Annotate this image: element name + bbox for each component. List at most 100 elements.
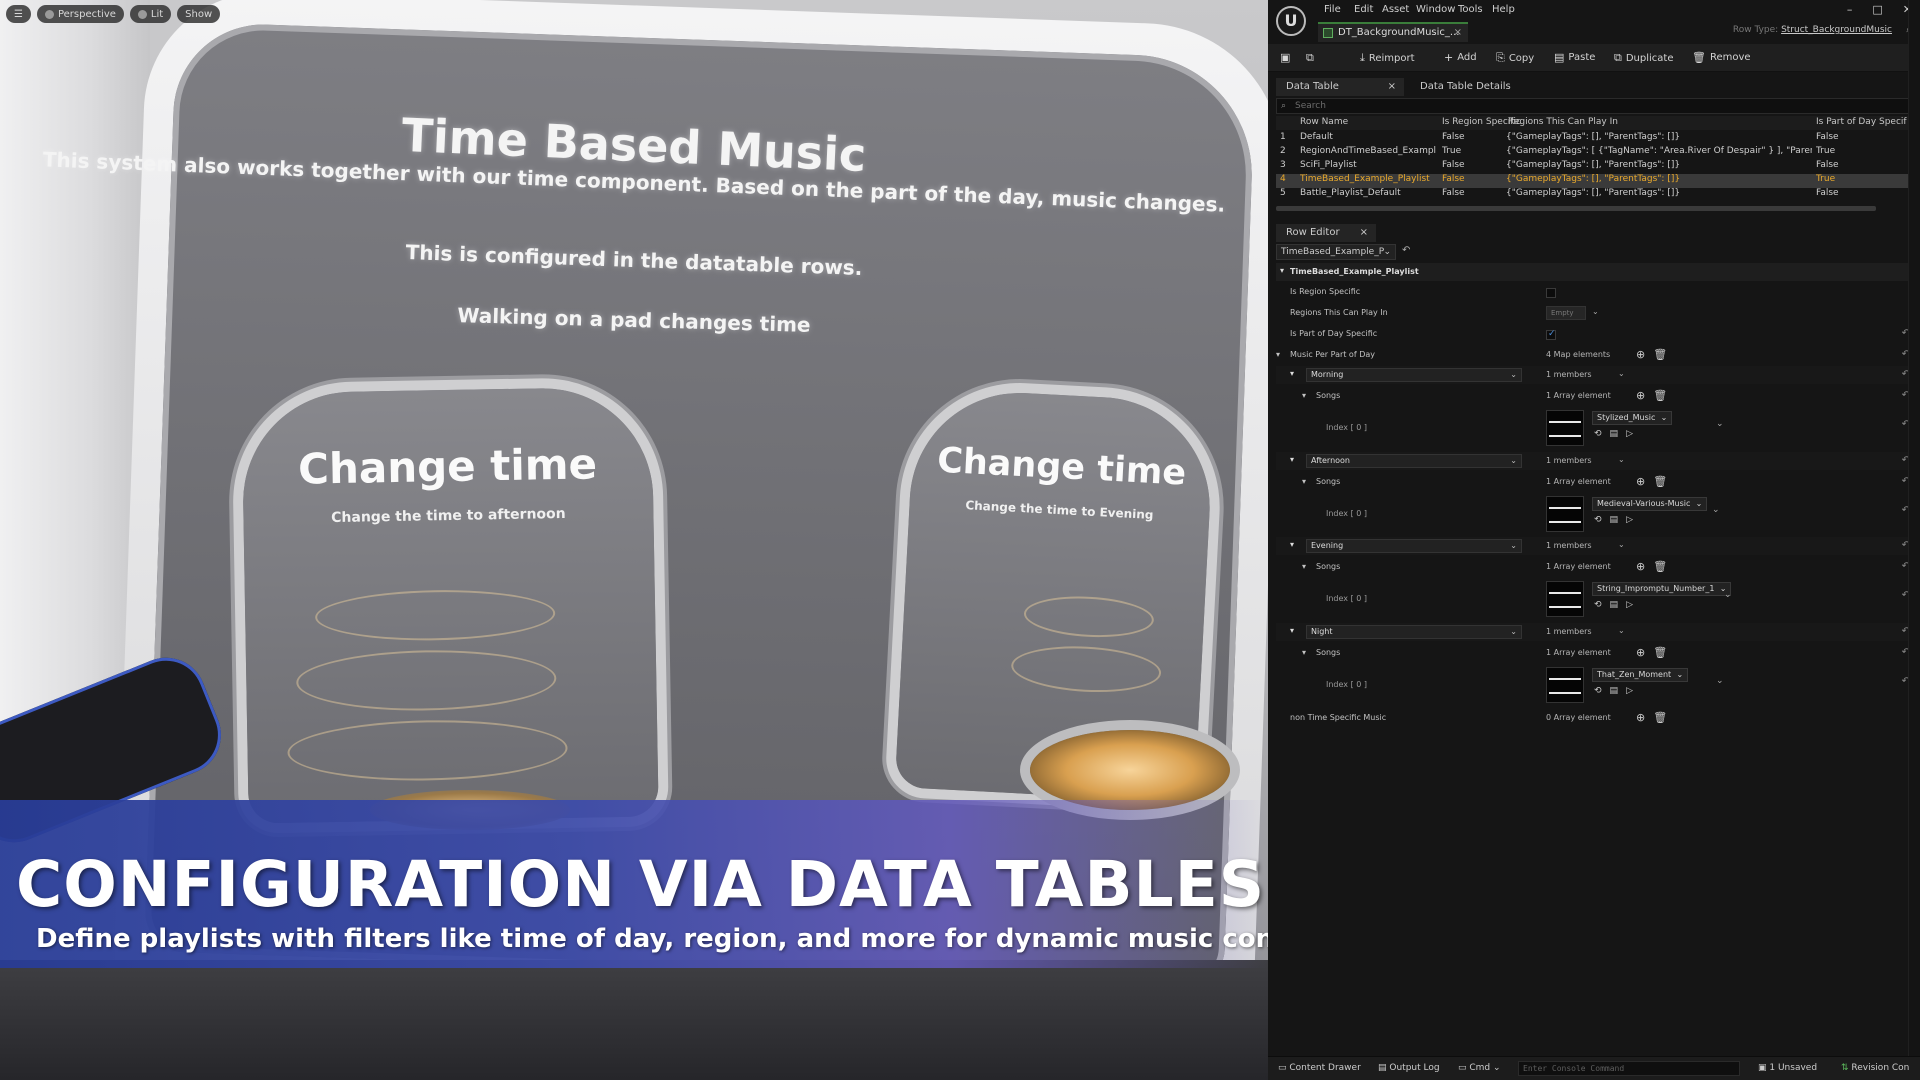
- menu-help[interactable]: Help: [1492, 4, 1515, 15]
- close-tab-icon[interactable]: ×: [1360, 224, 1368, 242]
- part-of-day-key-dropdown[interactable]: Night ⌄: [1306, 624, 1522, 639]
- tab-data-table[interactable]: Data Table ×: [1276, 78, 1404, 96]
- chevron-down-icon[interactable]: ⌄: [1618, 369, 1625, 378]
- part-of-day-key-dropdown[interactable]: Morning ⌄: [1306, 368, 1522, 382]
- section-header[interactable]: ▾ TimeBased_Example_Playlist: [1276, 263, 1912, 281]
- menu-window[interactable]: Window: [1416, 4, 1455, 15]
- menu-tools[interactable]: Tools: [1458, 4, 1483, 15]
- collapse-arrow-icon[interactable]: ▾: [1290, 455, 1294, 464]
- add-button[interactable]: + Add: [1444, 51, 1477, 64]
- collapse-arrow-icon[interactable]: ▾: [1302, 477, 1306, 486]
- reimport-button[interactable]: ⤓ Reimport: [1360, 51, 1415, 65]
- part-of-day-key-dropdown[interactable]: Afternoon ⌄: [1306, 453, 1522, 468]
- use-selected-icon[interactable]: ⟲: [1594, 515, 1602, 525]
- table-row[interactable]: 5 Battle_Playlist_Default False {"Gamepl…: [1276, 188, 1912, 202]
- collapse-arrow-icon[interactable]: ▾: [1302, 648, 1306, 657]
- column-header-regions[interactable]: Regions This Can Play In: [1508, 117, 1748, 127]
- sound-asset-picker[interactable]: Medieval-Various-Music ⌄: [1592, 496, 1708, 511]
- minimize-icon[interactable]: –: [1847, 3, 1853, 16]
- play-icon[interactable]: ▷: [1626, 429, 1633, 439]
- collapse-arrow-icon[interactable]: ▾: [1290, 626, 1294, 635]
- trash-icon[interactable]: 🗑: [1653, 475, 1667, 488]
- add-element-icon[interactable]: ⊕: [1636, 560, 1645, 573]
- output-log-button[interactable]: ▤ Output Log: [1378, 1063, 1440, 1073]
- add-element-icon[interactable]: ⊕: [1636, 389, 1645, 402]
- row-type-link[interactable]: Struct_BackgroundMusic: [1781, 25, 1892, 35]
- play-icon[interactable]: ▷: [1626, 515, 1633, 525]
- tab-data-table-details[interactable]: Data Table Details: [1410, 78, 1550, 96]
- show-button[interactable]: Show: [177, 5, 221, 23]
- content-drawer-button[interactable]: ▭ Content Drawer: [1278, 1063, 1361, 1073]
- trash-icon[interactable]: 🗑: [1653, 560, 1667, 573]
- part-of-day-key-dropdown[interactable]: Evening ⌄: [1306, 539, 1522, 553]
- play-icon[interactable]: ▷: [1626, 600, 1633, 610]
- sound-asset-picker[interactable]: String_Impromptu_Number_1 ⌄: [1592, 582, 1732, 596]
- use-selected-icon[interactable]: ⟲: [1594, 686, 1602, 696]
- close-tab-icon[interactable]: ×: [1388, 78, 1396, 96]
- chevron-down-icon[interactable]: ⌄: [1716, 676, 1724, 686]
- vertical-scrollbar[interactable]: [1908, 0, 1920, 1080]
- menu-asset[interactable]: Asset: [1382, 4, 1409, 15]
- sound-asset-picker[interactable]: Stylized_Music ⌄: [1592, 411, 1673, 425]
- browse-folder-icon[interactable]: ▤: [1610, 429, 1619, 439]
- chevron-down-icon[interactable]: ⌄: [1618, 626, 1625, 635]
- unsaved-button[interactable]: ▣ 1 Unsaved: [1758, 1063, 1817, 1073]
- column-header-row-name[interactable]: Row Name: [1300, 117, 1438, 127]
- revision-control-button[interactable]: ⇅ Revision Con: [1841, 1063, 1909, 1073]
- column-header-part-of-day[interactable]: Is Part of Day Specif: [1816, 117, 1910, 127]
- chevron-down-icon[interactable]: ⌄: [1724, 590, 1732, 600]
- console-command-input[interactable]: Enter Console Command: [1518, 1061, 1740, 1076]
- menu-file[interactable]: File: [1324, 4, 1341, 15]
- chevron-down-icon[interactable]: ⌄: [1712, 505, 1720, 515]
- browse-folder-icon[interactable]: ▤: [1610, 600, 1619, 610]
- lit-button[interactable]: Lit: [129, 5, 172, 23]
- trash-icon[interactable]: 🗑: [1653, 646, 1667, 659]
- sound-thumbnail[interactable]: [1546, 495, 1584, 532]
- chevron-down-icon[interactable]: ⌄: [1618, 540, 1625, 549]
- collapse-arrow-icon[interactable]: ▾: [1290, 540, 1294, 549]
- collapse-arrow-icon[interactable]: ▾: [1276, 350, 1280, 359]
- browse-folder-icon[interactable]: ▤: [1610, 515, 1619, 525]
- regions-tag-picker[interactable]: Empty: [1546, 306, 1586, 320]
- is-region-specific-checkbox[interactable]: [1546, 288, 1556, 298]
- collapse-arrow-icon[interactable]: ▾: [1302, 391, 1306, 400]
- data-table-search-input[interactable]: ⌕ Search: [1276, 98, 1912, 114]
- trash-icon[interactable]: 🗑: [1653, 389, 1667, 402]
- table-row[interactable]: 2 RegionAndTimeBased_Exampl True {"Gamep…: [1276, 146, 1912, 160]
- collapse-arrow-icon[interactable]: ▾: [1302, 562, 1306, 571]
- add-element-icon[interactable]: ⊕: [1636, 711, 1645, 724]
- add-element-icon[interactable]: ⊕: [1636, 646, 1645, 659]
- menu-edit[interactable]: Edit: [1354, 4, 1373, 15]
- viewport-menu-button[interactable]: ☰: [6, 5, 31, 23]
- save-button[interactable]: ▣: [1280, 51, 1290, 64]
- collapse-arrow-icon[interactable]: ▾: [1290, 369, 1294, 378]
- add-element-icon[interactable]: ⊕: [1636, 348, 1645, 361]
- tab-row-editor[interactable]: Row Editor ×: [1276, 224, 1376, 242]
- table-row[interactable]: 3 SciFi_Playlist False {"GameplayTags": …: [1276, 160, 1912, 174]
- document-tab[interactable]: DT_BackgroundMusic_... ×: [1318, 22, 1468, 42]
- use-selected-icon[interactable]: ⟲: [1594, 600, 1602, 610]
- table-row[interactable]: 1 Default False {"GameplayTags": [], "Pa…: [1276, 132, 1912, 146]
- sound-thumbnail[interactable]: [1546, 410, 1584, 446]
- trash-icon[interactable]: 🗑: [1653, 348, 1667, 361]
- trash-icon[interactable]: 🗑: [1653, 711, 1667, 724]
- close-tab-icon[interactable]: ×: [1454, 24, 1462, 42]
- back-arrow-icon[interactable]: ↶: [1402, 245, 1410, 256]
- play-icon[interactable]: ▷: [1626, 686, 1633, 696]
- browse-button[interactable]: ⧉: [1306, 51, 1314, 65]
- sound-thumbnail[interactable]: [1546, 581, 1584, 617]
- copy-button[interactable]: ⎘ Copy: [1496, 51, 1534, 65]
- perspective-button[interactable]: Perspective: [36, 5, 124, 23]
- maximize-icon[interactable]: □: [1872, 3, 1882, 16]
- is-part-of-day-checkbox[interactable]: [1546, 329, 1556, 340]
- cmd-dropdown[interactable]: ▭ Cmd ⌄: [1458, 1063, 1501, 1073]
- duplicate-button[interactable]: ⧉ Duplicate: [1614, 51, 1674, 65]
- paste-button[interactable]: ▤ Paste: [1554, 51, 1595, 64]
- add-element-icon[interactable]: ⊕: [1636, 475, 1645, 488]
- use-selected-icon[interactable]: ⟲: [1594, 429, 1602, 439]
- row-select-dropdown[interactable]: TimeBased_Example_P ⌄: [1276, 244, 1396, 260]
- table-row-selected[interactable]: 4 TimeBased_Example_Playlist False {"Gam…: [1276, 174, 1912, 188]
- browse-folder-icon[interactable]: ▤: [1610, 686, 1619, 696]
- horizontal-scrollbar[interactable]: [1276, 206, 1876, 211]
- chevron-down-icon[interactable]: ⌄: [1618, 455, 1625, 464]
